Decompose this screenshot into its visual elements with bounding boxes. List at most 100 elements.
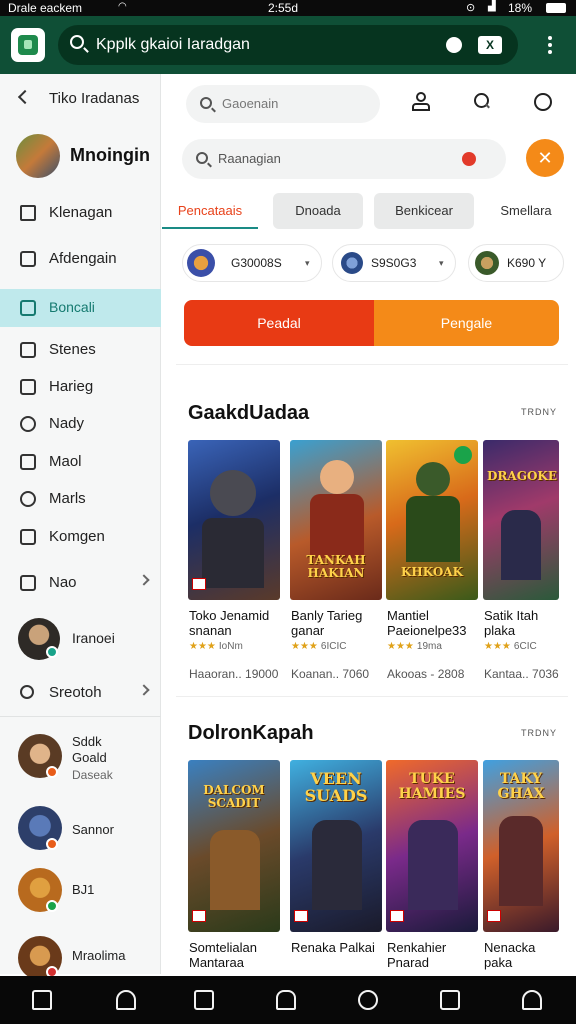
section-title: DolronKapah [188, 722, 314, 744]
game-card[interactable]: VEEN SUADS Renaka Palkai [290, 760, 382, 972]
app-bar: Kpplk gkaioi Iaradgan X [0, 16, 576, 74]
game-card[interactable]: TANKAH HAKIAN Banly Tarieg ganar ★★★ 6ICI… [290, 440, 382, 685]
sidebar-item-search[interactable]: Sreotoh [0, 674, 161, 712]
scan-button[interactable]: X [478, 36, 502, 54]
friend-item[interactable]: Mraolima [0, 930, 161, 980]
edit-icon [20, 251, 36, 267]
sidebar-item-label: Komgen [49, 528, 105, 545]
tools-button[interactable]: ✕ [526, 139, 564, 177]
tab-smellara[interactable]: Smellara [488, 193, 564, 229]
rating-stars: ★★★ [291, 641, 318, 652]
friend-status: Daseak [72, 768, 113, 782]
player-chip[interactable]: G30008S ▾ [182, 244, 322, 282]
player-chip[interactable]: K690 Y [468, 244, 564, 282]
chevron-down-icon: ▾ [439, 258, 444, 268]
sync-icon: ⊙ [466, 2, 476, 14]
battery-icon [546, 3, 566, 13]
filter-icon[interactable] [462, 152, 476, 166]
home-icon[interactable] [32, 990, 52, 1010]
search-icon [70, 35, 84, 49]
game-card[interactable]: TUKE HAMIES Renkahier Pnarad [386, 760, 478, 972]
game-cover-image: TAKY GHAX [483, 760, 559, 932]
game-meta: Akooas - 2808 [387, 667, 465, 681]
sidebar-item-komgen[interactable]: Komgen [0, 518, 161, 556]
sidebar-item-label: Maol [49, 453, 82, 470]
circle-menu-icon[interactable] [534, 93, 552, 111]
user-icon[interactable] [410, 90, 432, 112]
sidebar-item-label: Nao [49, 574, 77, 591]
game-meta: Haaoran.. 19000 [189, 667, 279, 681]
store-icon[interactable] [116, 990, 136, 1010]
profile-header[interactable]: Mnoingin [0, 130, 161, 182]
game-card[interactable]: DALCOM SCADIT Somtelialan Mantaraa [188, 760, 280, 972]
sidebar-item-label: Stenes [49, 341, 96, 358]
sidebar-item-klenagan[interactable]: Klenagan [0, 194, 161, 232]
rating-note: IoNm [218, 641, 243, 652]
sidebar-item-nao[interactable]: Nao [0, 564, 161, 602]
sidebar-item-afdengain[interactable]: Afdengain [0, 240, 161, 278]
pengale-button[interactable]: Pengale [374, 300, 559, 346]
section-more-link[interactable]: TRDNY [521, 728, 557, 738]
friend-item[interactable]: Sannor [0, 804, 161, 854]
divider [176, 364, 568, 365]
chip-label: G30008S [231, 256, 282, 270]
player-chip[interactable]: S9S0G3 ▾ [332, 244, 456, 282]
friend-item[interactable]: BJ1 [0, 866, 161, 916]
edit-icon[interactable] [440, 990, 460, 1010]
document-icon [20, 342, 36, 358]
game-card[interactable]: Toko Jenamid snanan ★★★ IoNm Haaoran.. 19… [188, 440, 280, 685]
game-card[interactable]: KHKOAK Mantiel Paeionelpe33 ★★★ 19ma Akoo… [386, 440, 478, 685]
search-icon[interactable] [358, 990, 378, 1010]
game-meta: Koanan.. 7060 [291, 667, 370, 681]
game-cover-image: VEEN SUADS [290, 760, 382, 932]
status-bar: Drale eackem ◠ 2:55d ⊙ ▟ 18% [0, 0, 576, 16]
friend-name: Sddk Goald [72, 734, 107, 765]
game-card[interactable]: TAKY GHAX Nenacka paka [483, 760, 575, 972]
button-label: Pengale [440, 315, 493, 331]
peadal-button[interactable]: Peadal [184, 300, 374, 346]
game-title: Mantiel Paeionelpe33 [387, 608, 467, 638]
sidebar-item-harieg[interactable]: Harieg [0, 368, 161, 406]
status-badge-icon [46, 900, 58, 912]
signal-icon: ▟ [488, 1, 496, 12]
friend-name: Sannor [72, 822, 114, 837]
profile-icon[interactable] [522, 990, 542, 1010]
main-search-input[interactable]: Gaoenain [186, 85, 380, 123]
home-icon [20, 205, 36, 221]
sidebar-item-nady[interactable]: Nady [0, 405, 161, 443]
voice-icon[interactable] [446, 37, 462, 53]
status-time: 2:55d [268, 1, 299, 15]
section-more-link[interactable]: TRDNY [521, 407, 557, 417]
secondary-search-input[interactable]: Raanagian [182, 139, 506, 179]
rating-stars: ★★★ [387, 641, 414, 652]
friend-item[interactable]: Sddk Goald Daseak [0, 724, 161, 784]
tab-pencataais[interactable]: Pencataais [162, 193, 258, 229]
account-row[interactable]: Iranoei [0, 612, 161, 666]
app-logo-icon[interactable] [11, 28, 45, 62]
cover-title-text: TAKY GHAX [497, 771, 545, 802]
chevron-down-icon: ▾ [305, 258, 310, 268]
button-label: Peadal [257, 315, 301, 331]
game-card[interactable]: DRAGOKE Satik Itah plaka ★★★ 6CIC Kantaa.… [483, 440, 575, 685]
divider [176, 696, 568, 697]
chevron-right-icon [138, 574, 150, 586]
sidebar-item-boncali[interactable]: Boncali [0, 289, 161, 327]
more-menu-icon[interactable] [546, 36, 554, 56]
search-icon[interactable] [474, 93, 489, 108]
sidebar-item-home[interactable]: Tiko Iradanas [0, 80, 161, 118]
tab-benkicear[interactable]: Benkicear [374, 193, 474, 229]
sidebar-item-stenes[interactable]: Stenes [0, 331, 161, 369]
sidebar-item-label: Nady [49, 415, 85, 432]
secondary-search-text: Raanagian [218, 151, 281, 166]
status-left-text: Drale eackem [8, 1, 83, 15]
house-icon[interactable] [276, 990, 296, 1010]
age-rating-icon [390, 910, 404, 922]
tab-dnoada[interactable]: Dnoada [273, 193, 363, 229]
account-label: Iranoei [72, 630, 115, 646]
sidebar-item-marls[interactable]: Marls [0, 480, 161, 518]
app-search-bar[interactable]: Kpplk gkaioi Iaradgan X [58, 25, 518, 65]
game-rating: ★★★ IoNm [189, 641, 243, 652]
game-cover-image: DALCOM SCADIT [188, 760, 280, 932]
sidebar-item-maol[interactable]: Maol [0, 443, 161, 481]
library-icon[interactable] [194, 990, 214, 1010]
